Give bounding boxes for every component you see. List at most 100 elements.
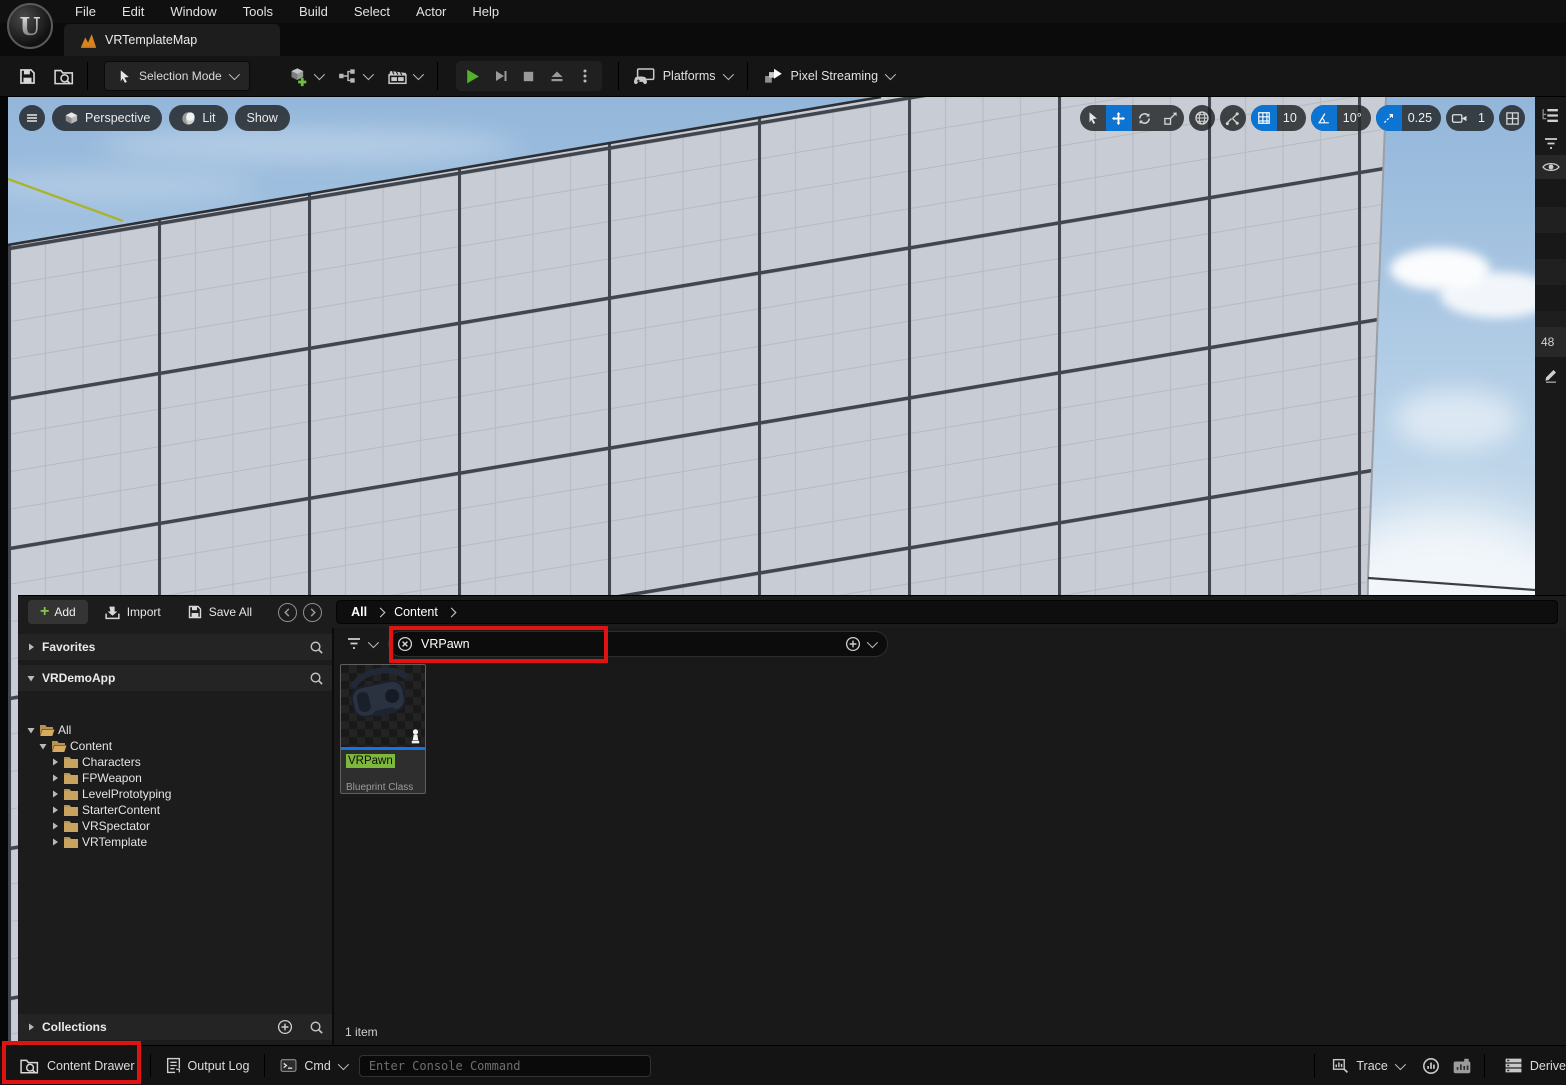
search-icon[interactable] xyxy=(309,640,324,655)
search-icon[interactable] xyxy=(309,671,324,686)
expander-right-icon xyxy=(50,757,60,767)
breadcrumb-content[interactable]: Content xyxy=(394,605,438,619)
frame-skip-button[interactable] xyxy=(488,63,514,89)
tree-item-all[interactable]: All xyxy=(18,722,332,738)
cinematics-button[interactable] xyxy=(379,56,429,97)
edit-pencil-icon[interactable] xyxy=(1535,361,1566,389)
stop-button[interactable] xyxy=(516,63,542,89)
surface-snapping-button[interactable] xyxy=(1220,105,1246,131)
asset-tile-vrpawn[interactable]: VRPawn Blueprint Class xyxy=(340,664,426,794)
save-all-button[interactable]: Save All xyxy=(177,600,262,624)
move-tool-button[interactable] xyxy=(1106,105,1132,131)
globe-icon xyxy=(1194,110,1210,126)
favorites-section[interactable]: Favorites xyxy=(18,634,332,660)
save-search-plus-icon[interactable] xyxy=(845,636,861,652)
perspective-dropdown[interactable]: Perspective xyxy=(52,105,162,131)
items-count: 1 item xyxy=(345,1025,378,1039)
maximize-viewport-button[interactable] xyxy=(1499,105,1525,131)
stats-gauge-button[interactable] xyxy=(1416,1046,1446,1085)
chevron-down-icon xyxy=(722,69,733,80)
panel-row xyxy=(1535,233,1566,259)
filter-icon[interactable] xyxy=(1535,133,1566,155)
eject-button[interactable] xyxy=(544,63,570,89)
search-icon[interactable] xyxy=(309,1020,324,1035)
browse-content-button[interactable] xyxy=(45,56,83,97)
viewport-options-button[interactable] xyxy=(19,105,45,131)
play-options-button[interactable] xyxy=(572,63,598,89)
world-coordinate-button[interactable] xyxy=(1189,105,1215,131)
grid-snap-control[interactable]: 10 xyxy=(1251,105,1306,131)
tab-bar: VRTemplateMap xyxy=(0,23,1566,56)
unreal-engine-logo[interactable]: U xyxy=(7,3,53,49)
filters-funnel-icon[interactable] xyxy=(346,637,362,651)
output-log-button[interactable]: Output Log xyxy=(153,1046,263,1085)
level-icon xyxy=(80,33,97,48)
blueprints-button[interactable] xyxy=(330,56,379,97)
menu-build[interactable]: Build xyxy=(286,0,341,23)
chevron-down-icon xyxy=(1395,1058,1406,1069)
perspective-label: Perspective xyxy=(85,111,150,125)
tree-item-levelprototyping[interactable]: LevelPrototyping xyxy=(18,786,332,802)
content-drawer-button[interactable]: Content Drawer xyxy=(6,1046,148,1085)
menu-help[interactable]: Help xyxy=(459,0,512,23)
tree-item-vrtemplate[interactable]: VRTemplate xyxy=(18,834,332,850)
menu-edit[interactable]: Edit xyxy=(109,0,157,23)
derived-data-button[interactable]: Derive xyxy=(1491,1046,1566,1085)
selection-mode-dropdown[interactable]: Selection Mode xyxy=(104,61,250,91)
rotate-tool-button[interactable] xyxy=(1132,105,1158,131)
favorites-label: Favorites xyxy=(42,640,95,654)
menu-file[interactable]: File xyxy=(62,0,109,23)
right-strip-value[interactable]: 48 xyxy=(1535,327,1566,357)
cmd-dropdown[interactable]: Cmd xyxy=(267,1046,358,1085)
search-input[interactable] xyxy=(419,636,839,652)
platforms-dropdown[interactable]: Platforms xyxy=(625,56,739,97)
output-log-label: Output Log xyxy=(188,1059,250,1073)
show-dropdown[interactable]: Show xyxy=(235,105,290,131)
breadcrumb-all[interactable]: All xyxy=(351,605,367,619)
forward-arrow-icon xyxy=(307,607,318,618)
tree-item-content[interactable]: Content xyxy=(18,738,332,754)
camera-chart-icon xyxy=(1452,1057,1472,1075)
tree-item-vrspectator[interactable]: VRSpectator xyxy=(18,818,332,834)
console-command-input[interactable] xyxy=(359,1055,651,1077)
screenshot-stats-button[interactable] xyxy=(1446,1046,1478,1085)
tab-title: VRTemplateMap xyxy=(105,33,197,47)
menu-tools[interactable]: Tools xyxy=(230,0,286,23)
tree-item-characters[interactable]: Characters xyxy=(18,754,332,770)
menu-select[interactable]: Select xyxy=(341,0,403,23)
collections-section[interactable]: Collections xyxy=(18,1014,332,1040)
clear-search-icon[interactable] xyxy=(397,636,413,652)
save-button[interactable] xyxy=(10,56,45,97)
select-tool-button[interactable] xyxy=(1080,105,1106,131)
folder-icon xyxy=(63,771,79,785)
back-button[interactable] xyxy=(278,603,297,622)
scale-snap-control[interactable]: 0.25 xyxy=(1376,105,1441,131)
tree-item-startercontent[interactable]: StarterContent xyxy=(18,802,332,818)
menu-window[interactable]: Window xyxy=(157,0,229,23)
camera-speed-control[interactable]: 1 xyxy=(1446,105,1494,131)
chevron-down-icon xyxy=(228,69,239,80)
chevron-down-icon xyxy=(885,69,896,80)
forward-button[interactable] xyxy=(303,603,322,622)
tree-item-fpweapon[interactable]: FPWeapon xyxy=(18,770,332,786)
tab-vrtemplatemap[interactable]: VRTemplateMap xyxy=(64,24,280,56)
outliner-icon[interactable] xyxy=(1535,103,1566,127)
folder-icon xyxy=(63,787,79,801)
play-button[interactable] xyxy=(460,63,486,89)
add-actor-button[interactable] xyxy=(280,56,330,97)
add-button[interactable]: + Add xyxy=(28,600,88,624)
eye-icon[interactable] xyxy=(1535,155,1566,179)
lit-dropdown[interactable]: Lit xyxy=(169,105,227,131)
rotation-snap-control[interactable]: 10° xyxy=(1311,105,1371,131)
project-section[interactable]: VRDemoApp xyxy=(18,665,332,691)
chevron-down-icon xyxy=(412,69,423,80)
save-icon xyxy=(187,604,203,620)
scale-tool-button[interactable] xyxy=(1158,105,1184,131)
add-collection-icon[interactable] xyxy=(277,1019,293,1035)
import-button[interactable]: Import xyxy=(94,600,171,624)
trace-dropdown[interactable]: Trace xyxy=(1319,1046,1416,1085)
menu-actor[interactable]: Actor xyxy=(403,0,459,23)
pixel-streaming-dropdown[interactable]: Pixel Streaming xyxy=(756,56,902,97)
asset-search-box[interactable] xyxy=(388,631,888,657)
panel-row xyxy=(1535,285,1566,311)
